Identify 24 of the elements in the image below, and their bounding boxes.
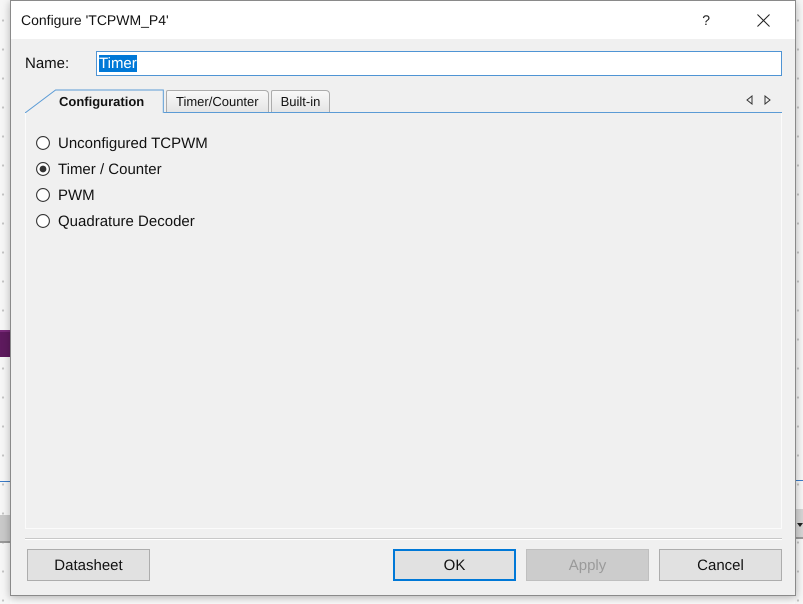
toolbar-strip xyxy=(0,515,10,543)
name-label: Name: xyxy=(25,55,70,72)
dialog-button[interactable]: OK xyxy=(393,549,516,581)
tab[interactable]: Timer/Counter xyxy=(166,90,269,112)
radio-icon[interactable] xyxy=(36,214,50,228)
radio-option[interactable]: Unconfigured TCPWM xyxy=(36,133,208,153)
radio-icon[interactable] xyxy=(36,136,50,150)
caret-icon xyxy=(797,523,803,527)
help-button[interactable]: ? xyxy=(702,12,710,28)
radio-option[interactable]: PWM xyxy=(36,185,95,205)
window-title: Configure 'TCPWM_P4' xyxy=(21,12,170,28)
radio-option[interactable]: Timer / Counter xyxy=(36,159,162,179)
close-icon[interactable] xyxy=(757,14,770,26)
dialog-button[interactable]: Datasheet xyxy=(27,549,150,581)
tab[interactable]: Built-in xyxy=(270,90,330,112)
name-field[interactable]: Timer xyxy=(96,51,782,76)
scroll-left-icon[interactable] xyxy=(746,95,753,105)
radio-option[interactable]: Quadrature Decoder xyxy=(36,211,195,231)
scroll-right-icon[interactable] xyxy=(764,95,771,105)
radio-icon[interactable] xyxy=(36,162,50,176)
dialog-button[interactable]: Cancel xyxy=(659,549,782,581)
header-block xyxy=(0,330,10,357)
tab[interactable]: Configuration xyxy=(25,89,164,113)
radio-icon[interactable] xyxy=(36,188,50,202)
